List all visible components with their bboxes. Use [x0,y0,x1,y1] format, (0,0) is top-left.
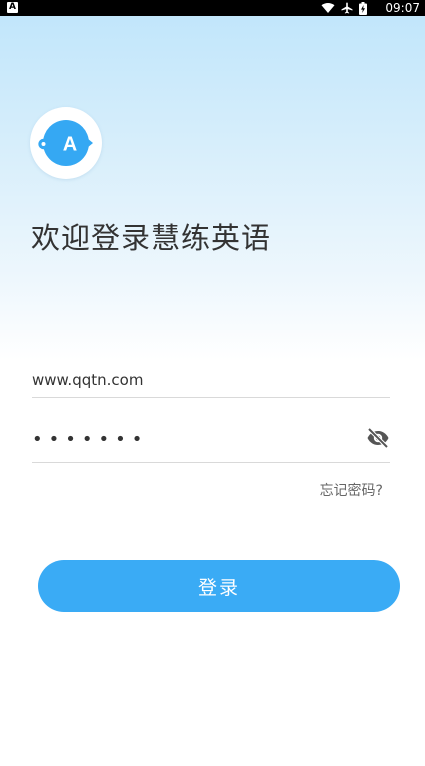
username-input[interactable] [32,369,352,391]
login-button[interactable]: 登录 [38,560,400,612]
battery-charging-icon [359,1,367,15]
forgot-password-link[interactable]: 忘记密码? [320,480,383,500]
username-field [32,365,390,398]
svg-text:A: A [63,134,77,156]
notification-app-icon: A [7,2,18,13]
status-icons [321,1,367,15]
page-title: 欢迎登录慧练英语 [31,221,272,255]
status-time: 09:07 [385,1,420,15]
password-field [32,420,390,463]
app-logo: A [30,107,102,179]
eye-off-icon[interactable] [366,426,390,450]
password-input[interactable] [32,428,342,450]
chat-bubble-logo-icon: A [38,120,93,166]
status-bar: A 09:07 [0,0,425,16]
airplane-mode-icon [341,2,353,14]
wifi-icon [321,2,335,14]
